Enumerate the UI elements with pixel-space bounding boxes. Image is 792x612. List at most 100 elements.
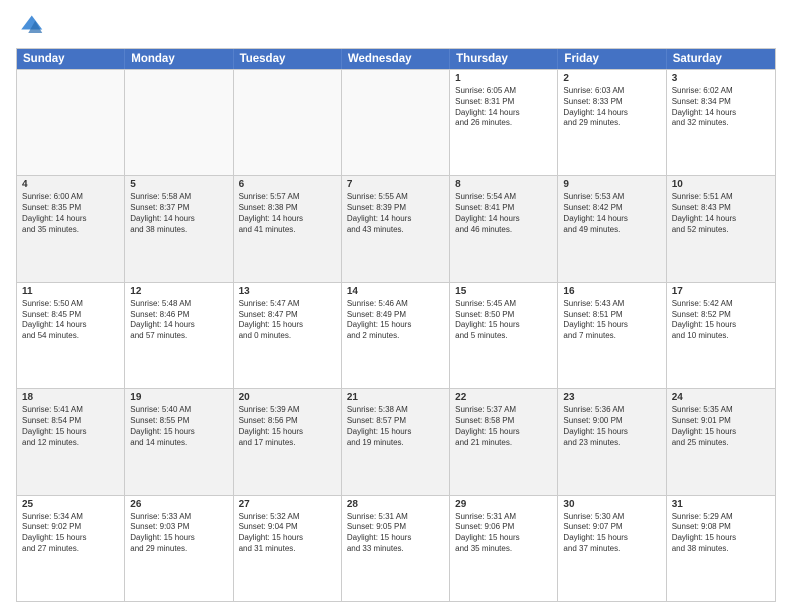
col-header-thursday: Thursday xyxy=(450,49,558,69)
cal-cell-4-0: 25 Sunrise: 5:34 AM Sunset: 9:02 PM Dayli… xyxy=(17,496,125,601)
cell-day-number: 19 xyxy=(130,392,227,403)
col-header-monday: Monday xyxy=(125,49,233,69)
cal-cell-3-6: 24 Sunrise: 5:35 AM Sunset: 9:01 PM Dayli… xyxy=(667,389,775,494)
col-header-wednesday: Wednesday xyxy=(342,49,450,69)
cell-info-text: Sunrise: 6:00 AM Sunset: 8:35 PM Dayligh… xyxy=(22,192,119,235)
cell-day-number: 26 xyxy=(130,499,227,510)
cell-info-text: Sunrise: 5:50 AM Sunset: 8:45 PM Dayligh… xyxy=(22,299,119,342)
cell-info-text: Sunrise: 5:34 AM Sunset: 9:02 PM Dayligh… xyxy=(22,512,119,555)
cal-cell-4-3: 28Sunrise: 5:31 AM Sunset: 9:05 PM Dayli… xyxy=(342,496,450,601)
cell-info-text: Sunrise: 5:32 AM Sunset: 9:04 PM Dayligh… xyxy=(239,512,336,555)
cell-info-text: Sunrise: 5:46 AM Sunset: 8:49 PM Dayligh… xyxy=(347,299,444,342)
cell-day-number: 15 xyxy=(455,286,552,297)
calendar-header-row: SundayMondayTuesdayWednesdayThursdayFrid… xyxy=(17,49,775,69)
cal-cell-3-3: 21 Sunrise: 5:38 AM Sunset: 8:57 PM Dayli… xyxy=(342,389,450,494)
logo xyxy=(16,12,48,40)
cell-info-text: Sunrise: 5:30 AM Sunset: 9:07 PM Dayligh… xyxy=(563,512,660,555)
cell-day-number: 31 xyxy=(672,499,770,510)
cell-info-text: Sunrise: 6:05 AM Sunset: 8:31 PM Dayligh… xyxy=(455,86,552,129)
cell-info-text: Sunrise: 5:31 AM Sunset: 9:06 PM Dayligh… xyxy=(455,512,552,555)
cal-week-4: 25 Sunrise: 5:34 AM Sunset: 9:02 PM Dayli… xyxy=(17,495,775,601)
cell-day-number: 6 xyxy=(239,179,336,190)
cell-info-text: Sunrise: 5:37 AM Sunset: 8:58 PM Dayligh… xyxy=(455,405,552,448)
cell-day-number: 17 xyxy=(672,286,770,297)
cell-day-number: 21 xyxy=(347,392,444,403)
cal-cell-4-2: 27 Sunrise: 5:32 AM Sunset: 9:04 PM Dayli… xyxy=(234,496,342,601)
cell-day-number: 9 xyxy=(563,179,660,190)
cal-cell-3-5: 23Sunrise: 5:36 AM Sunset: 9:00 PM Dayli… xyxy=(558,389,666,494)
cal-cell-4-5: 30 Sunrise: 5:30 AM Sunset: 9:07 PM Dayli… xyxy=(558,496,666,601)
cal-cell-4-1: 26 Sunrise: 5:33 AM Sunset: 9:03 PM Dayli… xyxy=(125,496,233,601)
cell-info-text: Sunrise: 5:38 AM Sunset: 8:57 PM Dayligh… xyxy=(347,405,444,448)
cal-cell-2-6: 17 Sunrise: 5:42 AM Sunset: 8:52 PM Dayli… xyxy=(667,283,775,388)
cell-day-number: 27 xyxy=(239,499,336,510)
cal-cell-2-1: 12 Sunrise: 5:48 AM Sunset: 8:46 PM Dayli… xyxy=(125,283,233,388)
cal-cell-2-2: 13Sunrise: 5:47 AM Sunset: 8:47 PM Dayli… xyxy=(234,283,342,388)
cell-info-text: Sunrise: 5:40 AM Sunset: 8:55 PM Dayligh… xyxy=(130,405,227,448)
cell-info-text: Sunrise: 5:35 AM Sunset: 9:01 PM Dayligh… xyxy=(672,405,770,448)
cal-cell-1-4: 8Sunrise: 5:54 AM Sunset: 8:41 PM Daylig… xyxy=(450,176,558,281)
cell-day-number: 20 xyxy=(239,392,336,403)
col-header-sunday: Sunday xyxy=(17,49,125,69)
cell-day-number: 25 xyxy=(22,499,119,510)
cal-cell-0-2 xyxy=(234,70,342,175)
cal-week-0: 1 Sunrise: 6:05 AM Sunset: 8:31 PM Daylig… xyxy=(17,69,775,175)
cell-day-number: 30 xyxy=(563,499,660,510)
cell-info-text: Sunrise: 5:58 AM Sunset: 8:37 PM Dayligh… xyxy=(130,192,227,235)
header xyxy=(16,12,776,40)
cell-day-number: 12 xyxy=(130,286,227,297)
cal-cell-3-1: 19 Sunrise: 5:40 AM Sunset: 8:55 PM Dayli… xyxy=(125,389,233,494)
cell-info-text: Sunrise: 5:45 AM Sunset: 8:50 PM Dayligh… xyxy=(455,299,552,342)
cell-info-text: Sunrise: 5:53 AM Sunset: 8:42 PM Dayligh… xyxy=(563,192,660,235)
cell-info-text: Sunrise: 5:31 AM Sunset: 9:05 PM Dayligh… xyxy=(347,512,444,555)
cal-cell-2-5: 16Sunrise: 5:43 AM Sunset: 8:51 PM Dayli… xyxy=(558,283,666,388)
cal-cell-1-1: 5 Sunrise: 5:58 AM Sunset: 8:37 PM Daylig… xyxy=(125,176,233,281)
calendar-body: 1 Sunrise: 6:05 AM Sunset: 8:31 PM Daylig… xyxy=(17,69,775,601)
cell-day-number: 11 xyxy=(22,286,119,297)
cal-cell-4-4: 29Sunrise: 5:31 AM Sunset: 9:06 PM Dayli… xyxy=(450,496,558,601)
cell-info-text: Sunrise: 6:02 AM Sunset: 8:34 PM Dayligh… xyxy=(672,86,770,129)
col-header-friday: Friday xyxy=(558,49,666,69)
cell-info-text: Sunrise: 5:57 AM Sunset: 8:38 PM Dayligh… xyxy=(239,192,336,235)
cal-week-2: 11 Sunrise: 5:50 AM Sunset: 8:45 PM Dayli… xyxy=(17,282,775,388)
cal-cell-0-5: 2 Sunrise: 6:03 AM Sunset: 8:33 PM Daylig… xyxy=(558,70,666,175)
cal-cell-1-0: 4 Sunrise: 6:00 AM Sunset: 8:35 PM Daylig… xyxy=(17,176,125,281)
cal-cell-0-4: 1 Sunrise: 6:05 AM Sunset: 8:31 PM Daylig… xyxy=(450,70,558,175)
page: SundayMondayTuesdayWednesdayThursdayFrid… xyxy=(0,0,792,612)
cal-cell-3-2: 20Sunrise: 5:39 AM Sunset: 8:56 PM Dayli… xyxy=(234,389,342,494)
cal-week-1: 4 Sunrise: 6:00 AM Sunset: 8:35 PM Daylig… xyxy=(17,175,775,281)
cell-info-text: Sunrise: 5:42 AM Sunset: 8:52 PM Dayligh… xyxy=(672,299,770,342)
cell-day-number: 18 xyxy=(22,392,119,403)
cal-cell-2-3: 14Sunrise: 5:46 AM Sunset: 8:49 PM Dayli… xyxy=(342,283,450,388)
cell-info-text: Sunrise: 5:43 AM Sunset: 8:51 PM Dayligh… xyxy=(563,299,660,342)
logo-icon xyxy=(16,12,44,40)
cell-info-text: Sunrise: 5:55 AM Sunset: 8:39 PM Dayligh… xyxy=(347,192,444,235)
cell-info-text: Sunrise: 6:03 AM Sunset: 8:33 PM Dayligh… xyxy=(563,86,660,129)
cell-info-text: Sunrise: 5:48 AM Sunset: 8:46 PM Dayligh… xyxy=(130,299,227,342)
cell-day-number: 22 xyxy=(455,392,552,403)
cell-day-number: 10 xyxy=(672,179,770,190)
cal-cell-1-3: 7Sunrise: 5:55 AM Sunset: 8:39 PM Daylig… xyxy=(342,176,450,281)
cal-cell-1-6: 10Sunrise: 5:51 AM Sunset: 8:43 PM Dayli… xyxy=(667,176,775,281)
cell-info-text: Sunrise: 5:29 AM Sunset: 9:08 PM Dayligh… xyxy=(672,512,770,555)
cal-cell-2-0: 11 Sunrise: 5:50 AM Sunset: 8:45 PM Dayli… xyxy=(17,283,125,388)
cal-cell-4-6: 31 Sunrise: 5:29 AM Sunset: 9:08 PM Dayli… xyxy=(667,496,775,601)
cell-day-number: 23 xyxy=(563,392,660,403)
cal-cell-0-1 xyxy=(125,70,233,175)
cal-cell-0-0 xyxy=(17,70,125,175)
cell-info-text: Sunrise: 5:54 AM Sunset: 8:41 PM Dayligh… xyxy=(455,192,552,235)
cell-day-number: 24 xyxy=(672,392,770,403)
cell-day-number: 3 xyxy=(672,73,770,84)
cell-day-number: 2 xyxy=(563,73,660,84)
cal-cell-1-2: 6 Sunrise: 5:57 AM Sunset: 8:38 PM Daylig… xyxy=(234,176,342,281)
calendar: SundayMondayTuesdayWednesdayThursdayFrid… xyxy=(16,48,776,602)
cell-day-number: 5 xyxy=(130,179,227,190)
cell-info-text: Sunrise: 5:41 AM Sunset: 8:54 PM Dayligh… xyxy=(22,405,119,448)
cell-day-number: 4 xyxy=(22,179,119,190)
col-header-saturday: Saturday xyxy=(667,49,775,69)
cell-info-text: Sunrise: 5:47 AM Sunset: 8:47 PM Dayligh… xyxy=(239,299,336,342)
cell-info-text: Sunrise: 5:33 AM Sunset: 9:03 PM Dayligh… xyxy=(130,512,227,555)
cell-day-number: 1 xyxy=(455,73,552,84)
cal-cell-0-3 xyxy=(342,70,450,175)
cal-cell-2-4: 15 Sunrise: 5:45 AM Sunset: 8:50 PM Dayli… xyxy=(450,283,558,388)
